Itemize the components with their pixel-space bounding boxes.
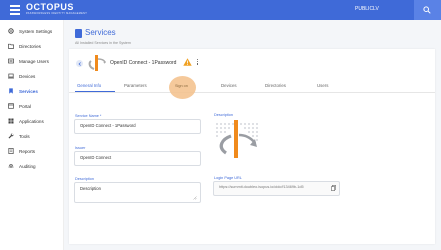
login-url-label: Login Page URL	[214, 176, 242, 180]
arrow-left-icon	[77, 61, 81, 66]
tab-users[interactable]: Users	[317, 83, 328, 88]
issuer-label: Issuer	[75, 146, 86, 150]
tab-bar: General Info Parameters Devices Director…	[69, 80, 435, 93]
window-icon	[8, 103, 14, 109]
laptop-icon	[8, 73, 14, 79]
wrench-icon	[8, 133, 14, 139]
warning-icon[interactable]	[183, 58, 192, 66]
logo-preview[interactable]	[214, 118, 260, 164]
grid-icon	[8, 118, 14, 124]
service-name-input[interactable]: OpenID Connect - 1Password	[74, 119, 201, 134]
sidebar-item-reports[interactable]: Reports	[0, 144, 64, 158]
sidebar-item-label: Tools	[19, 133, 30, 139]
back-button[interactable]	[76, 60, 83, 67]
service-name-label: Service Name *	[75, 114, 102, 118]
sidebar-item-portal[interactable]: Portal	[0, 99, 64, 113]
description-textarea[interactable]: Description	[74, 182, 201, 203]
resize-handle-icon[interactable]	[193, 196, 197, 200]
sidebar-item-system-settings[interactable]: System Settings	[0, 24, 64, 38]
page-title: Services	[85, 28, 116, 37]
search-icon	[423, 6, 431, 14]
description-label: Description	[75, 177, 94, 181]
logo-label: Description	[214, 113, 233, 117]
sidebar-item-label: Reports	[19, 148, 36, 154]
sidebar-item-label: Portal	[19, 103, 32, 109]
sidebar-item-devices[interactable]: Devices	[0, 69, 64, 83]
search-button[interactable]	[414, 0, 441, 20]
users-icon	[8, 58, 14, 64]
more-options-icon[interactable]	[196, 59, 199, 66]
top-bar: OCTOPUS PASSWORDLESS IDENTITY MANAGEMENT…	[0, 0, 441, 20]
sidebar-item-label: Manage Users	[19, 58, 49, 64]
openid-logo-icon	[88, 55, 106, 71]
login-url-field[interactable]: https://summit.doubleo.isopus.io/oidc/f1…	[213, 181, 340, 196]
sidebar: System Settings Directories Manage Users…	[0, 20, 64, 250]
sidebar-item-label: Services	[19, 88, 38, 94]
sidebar-item-applications[interactable]: Applications	[0, 114, 64, 128]
brand-logo: OCTOPUS PASSWORDLESS IDENTITY MANAGEMENT	[26, 2, 88, 16]
tab-sign-on[interactable]: Sign on	[175, 84, 188, 88]
tab-general-info[interactable]: General Info	[77, 83, 101, 88]
sidebar-item-tools[interactable]: Tools	[0, 129, 64, 143]
active-tab-indicator	[75, 91, 115, 93]
brand-name: OCTOPUS	[26, 2, 74, 12]
page-subtitle: All Installed Services in the System	[75, 41, 131, 45]
tab-directories[interactable]: Directories	[265, 83, 286, 88]
service-name: OpenID Connect - 1Password	[110, 60, 177, 66]
fingerprint-icon	[8, 164, 14, 169]
tab-parameters[interactable]: Parameters	[124, 83, 147, 88]
sidebar-item-label: Directories	[19, 43, 41, 49]
folder-icon	[8, 43, 14, 49]
sidebar-item-label: Auditing	[19, 163, 36, 169]
sidebar-item-label: Applications	[19, 118, 44, 124]
report-icon	[8, 148, 14, 154]
sidebar-item-manage-users[interactable]: Manage Users	[0, 54, 64, 68]
brand-tagline: PASSWORDLESS IDENTITY MANAGEMENT	[26, 12, 88, 15]
sidebar-item-auditing[interactable]: Auditing	[0, 159, 64, 173]
tab-devices[interactable]: Devices	[221, 83, 237, 88]
hamburger-icon[interactable]	[10, 5, 20, 15]
issuer-input[interactable]: OpenID Connect	[74, 151, 201, 166]
sidebar-item-services[interactable]: Services	[0, 84, 64, 98]
bookmark-icon	[9, 88, 13, 94]
user-menu[interactable]: PUBLICLV	[355, 6, 379, 12]
sidebar-item-label: System Settings	[19, 28, 53, 34]
copy-icon[interactable]	[331, 185, 336, 191]
sidebar-item-directories[interactable]: Directories	[0, 39, 64, 53]
services-page-icon	[75, 29, 82, 38]
gear-icon	[8, 28, 14, 34]
sidebar-item-label: Devices	[19, 73, 36, 79]
